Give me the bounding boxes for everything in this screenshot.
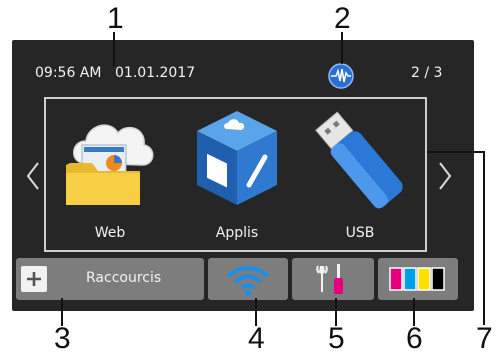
apps-cube-icon <box>197 111 277 205</box>
ink-level-icon <box>389 267 447 291</box>
usb-drive-icon <box>315 111 403 209</box>
callout-line-2 <box>341 32 343 64</box>
callout-5: 5 <box>328 322 345 355</box>
previous-page-arrow[interactable] <box>22 160 46 192</box>
callout-line-5 <box>335 298 337 326</box>
tile-apps[interactable]: Applis <box>189 105 285 245</box>
clock-date: 01.01.2017 <box>115 65 196 81</box>
shortcuts-button[interactable]: Raccourcis <box>16 258 204 300</box>
tile-web[interactable]: Web <box>62 105 158 245</box>
tile-web-label: Web <box>94 225 126 241</box>
shortcuts-label: Raccourcis <box>86 270 162 286</box>
network-status-icon[interactable] <box>328 63 354 89</box>
callout-line-7v <box>483 151 485 325</box>
page-indicator: 2 / 3 <box>411 65 443 81</box>
callout-line-7h <box>427 151 484 153</box>
plus-icon <box>21 266 47 292</box>
ink-button[interactable] <box>378 258 458 300</box>
callout-2: 2 <box>334 2 351 35</box>
callout-4: 4 <box>248 322 265 355</box>
wifi-button[interactable] <box>208 258 288 300</box>
callout-7: 7 <box>476 322 493 355</box>
callout-6: 6 <box>406 322 423 355</box>
wrench-screwdriver-icon <box>316 264 343 294</box>
next-page-arrow[interactable] <box>432 160 456 192</box>
callout-line-6 <box>413 298 415 326</box>
wifi-icon <box>226 266 270 296</box>
tile-usb-label: USB <box>345 225 375 241</box>
callout-line-3 <box>61 298 63 326</box>
callout-line-4 <box>255 298 257 326</box>
callout-1: 1 <box>107 2 124 35</box>
callout-line-1 <box>113 32 115 66</box>
clock-time: 09:56 AM <box>35 65 102 81</box>
settings-button[interactable] <box>292 258 374 300</box>
callout-3: 3 <box>54 322 71 355</box>
web-folder-cloud-icon <box>66 124 154 205</box>
tile-apps-label: Applis <box>215 225 259 241</box>
tile-usb[interactable]: USB <box>312 105 408 245</box>
